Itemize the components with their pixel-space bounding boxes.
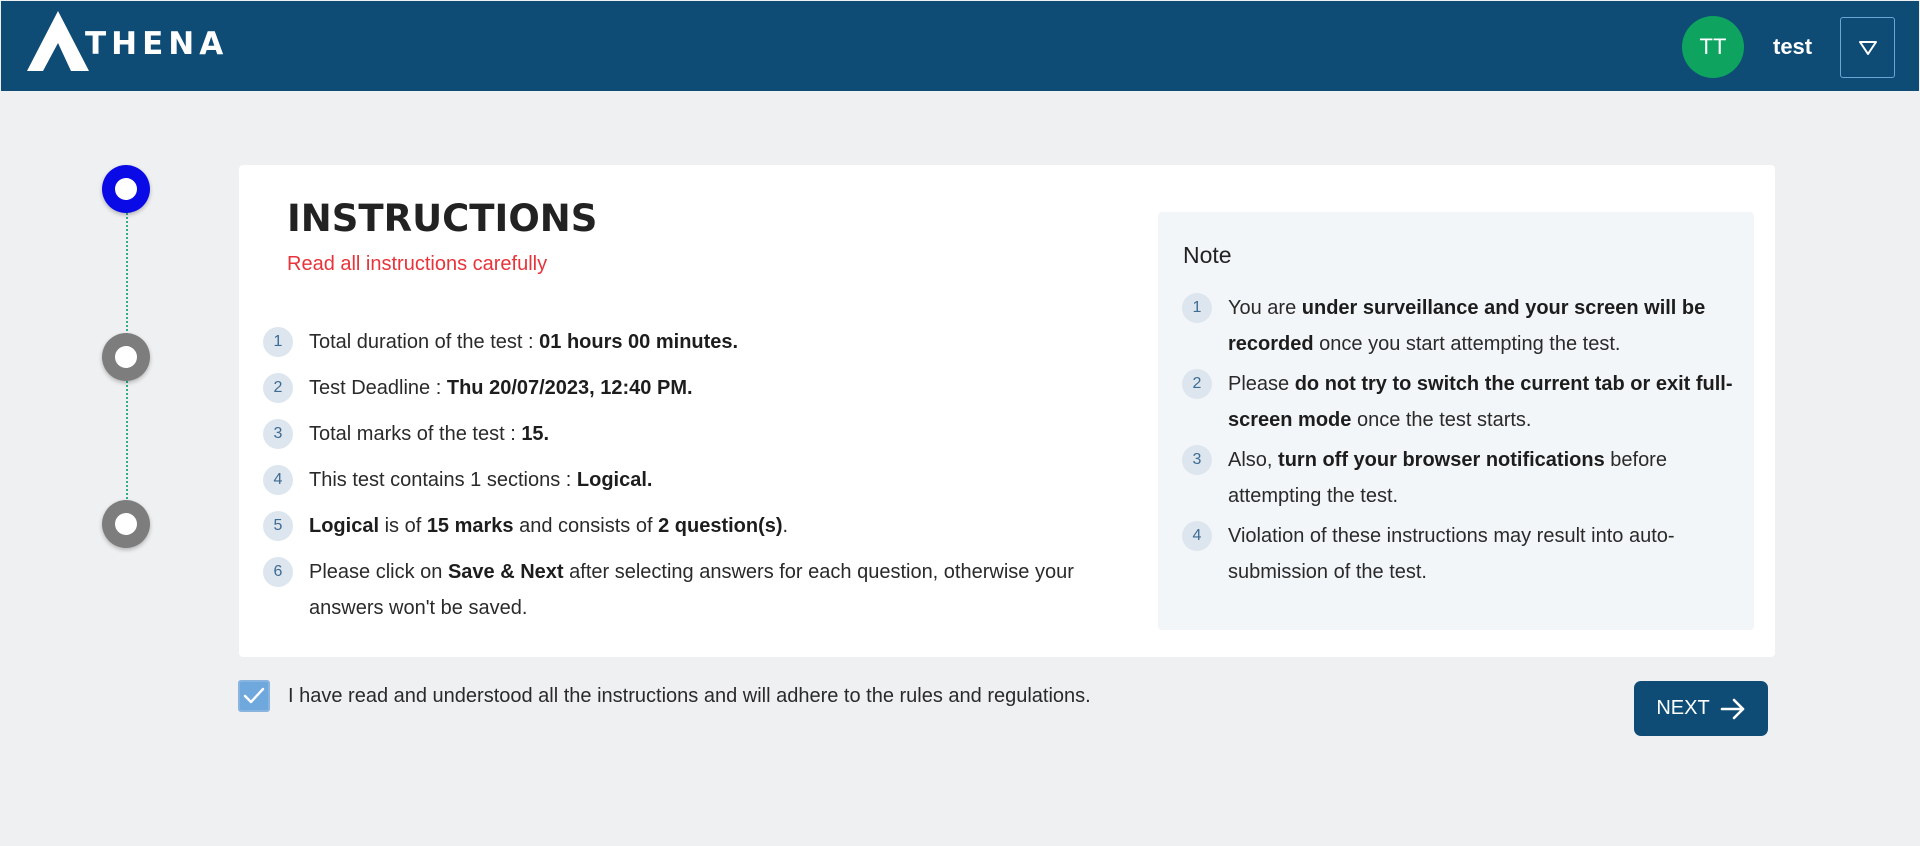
plain-text: Violation of these instructions may resu…	[1228, 525, 1675, 583]
emphasis-text: Logical.	[576, 469, 653, 491]
note-panel: Note 1 You are under surveillance and you…	[1158, 212, 1754, 630]
plain-text: You are	[1228, 297, 1302, 319]
plain-text: .	[782, 515, 789, 537]
item-number-badge: 3	[263, 419, 293, 449]
step-3-indicator	[102, 500, 150, 548]
step-connector	[126, 213, 128, 335]
item-text: Please do not try to switch the current …	[1228, 366, 1742, 438]
plain-text: Total duration of the test :	[309, 331, 540, 353]
instruction-item: 5 Logical is of 15 marks and consists of …	[263, 508, 1093, 544]
arrow-right-icon	[1720, 698, 1744, 719]
next-button-label: NEXT	[1656, 697, 1710, 719]
username: test	[1773, 34, 1813, 59]
emphasis-text: 2 question(s)	[658, 515, 783, 537]
emphasis-text: Save & Next	[447, 561, 564, 583]
item-number-badge: 3	[1182, 445, 1212, 475]
instruction-item: 6 Please click on Save & Next after selec…	[263, 554, 1093, 626]
emphasis-text: turn off your browser notifications	[1278, 449, 1605, 471]
item-text: Please click on Save & Next after select…	[309, 554, 1093, 626]
step-2-indicator	[102, 333, 150, 381]
instruction-item: 2 Test Deadline : Thu 20/07/2023, 12:40 P…	[263, 370, 1093, 406]
instructions-list: 1 Total duration of the test : 01 hours 0…	[263, 324, 1093, 636]
step-1-indicator	[102, 165, 150, 213]
instruction-item: 3 Total marks of the test : 15.	[263, 416, 1093, 452]
item-text: Total duration of the test : 01 hours 00…	[309, 324, 738, 360]
triangle-down-icon	[1858, 40, 1877, 55]
item-text: You are under surveillance and your scre…	[1228, 290, 1742, 362]
agreement-checkbox[interactable]	[238, 680, 270, 712]
note-item: 3 Also, turn off your browser notificatio…	[1182, 442, 1742, 514]
plain-text: once you start attempting the test.	[1313, 333, 1621, 355]
step-connector	[126, 381, 128, 503]
plain-text: Total marks of the test :	[309, 423, 522, 445]
agreement-label: I have read and understood all the instr…	[288, 684, 1091, 707]
note-title: Note	[1183, 242, 1232, 268]
item-number-badge: 4	[263, 465, 293, 495]
top-navbar: THENA TT test	[1, 1, 1919, 91]
athena-logo[interactable]: THENA	[25, 9, 228, 73]
instruction-item: 1 Total duration of the test : 01 hours 0…	[263, 324, 1093, 360]
plain-text: and consists of	[513, 515, 659, 537]
user-avatar[interactable]: TT	[1682, 16, 1744, 78]
item-number-badge: 1	[263, 327, 293, 357]
note-item: 1 You are under surveillance and your scr…	[1182, 290, 1742, 362]
note-item: 2 Please do not try to switch the current…	[1182, 366, 1742, 438]
plain-text: Test Deadline :	[309, 377, 447, 399]
instructions-card: INSTRUCTIONS Read all instructions caref…	[239, 165, 1775, 657]
item-text: Also, turn off your browser notification…	[1228, 442, 1742, 514]
instruction-item: 4 This test contains 1 sections : Logical…	[263, 462, 1093, 498]
item-number-badge: 1	[1182, 293, 1212, 323]
item-number-badge: 4	[1182, 521, 1212, 551]
item-text: Test Deadline : Thu 20/07/2023, 12:40 PM…	[309, 370, 693, 406]
page-title: INSTRUCTIONS	[287, 197, 598, 240]
next-button[interactable]: NEXT	[1634, 681, 1768, 736]
emphasis-text: 15.	[521, 423, 550, 445]
agreement-row: I have read and understood all the instr…	[238, 680, 1091, 712]
note-item: 4 Violation of these instructions may res…	[1182, 518, 1742, 590]
item-number-badge: 5	[263, 511, 293, 541]
user-menu-toggle-button[interactable]	[1840, 17, 1895, 78]
plain-text: Please click on	[309, 561, 448, 583]
item-text: This test contains 1 sections : Logical.	[309, 462, 652, 498]
plain-text: Please	[1228, 373, 1295, 395]
emphasis-text: Thu 20/07/2023, 12:40 PM.	[446, 377, 693, 399]
item-text: Violation of these instructions may resu…	[1228, 518, 1742, 590]
plain-text: is of	[379, 515, 427, 537]
checkmark-icon	[243, 687, 265, 704]
item-number-badge: 2	[1182, 369, 1212, 399]
logo-text: THENA	[85, 26, 229, 62]
item-text: Logical is of 15 marks and consists of 2…	[309, 508, 788, 544]
note-list: 1 You are under surveillance and your scr…	[1182, 290, 1742, 594]
plain-text: This test contains 1 sections :	[309, 469, 577, 491]
item-number-badge: 6	[263, 557, 293, 587]
emphasis-text: 01 hours 00 minutes.	[539, 331, 739, 353]
emphasis-text: Logical	[309, 515, 380, 537]
emphasis-text: 15 marks	[426, 515, 514, 537]
instructions-subtitle: Read all instructions carefully	[287, 253, 548, 275]
item-text: Total marks of the test : 15.	[309, 416, 549, 452]
item-number-badge: 2	[263, 373, 293, 403]
plain-text: once the test starts.	[1351, 409, 1532, 431]
athena-logo-icon	[27, 11, 89, 71]
avatar-initials: TT	[1699, 34, 1727, 59]
plain-text: Also,	[1228, 449, 1279, 471]
